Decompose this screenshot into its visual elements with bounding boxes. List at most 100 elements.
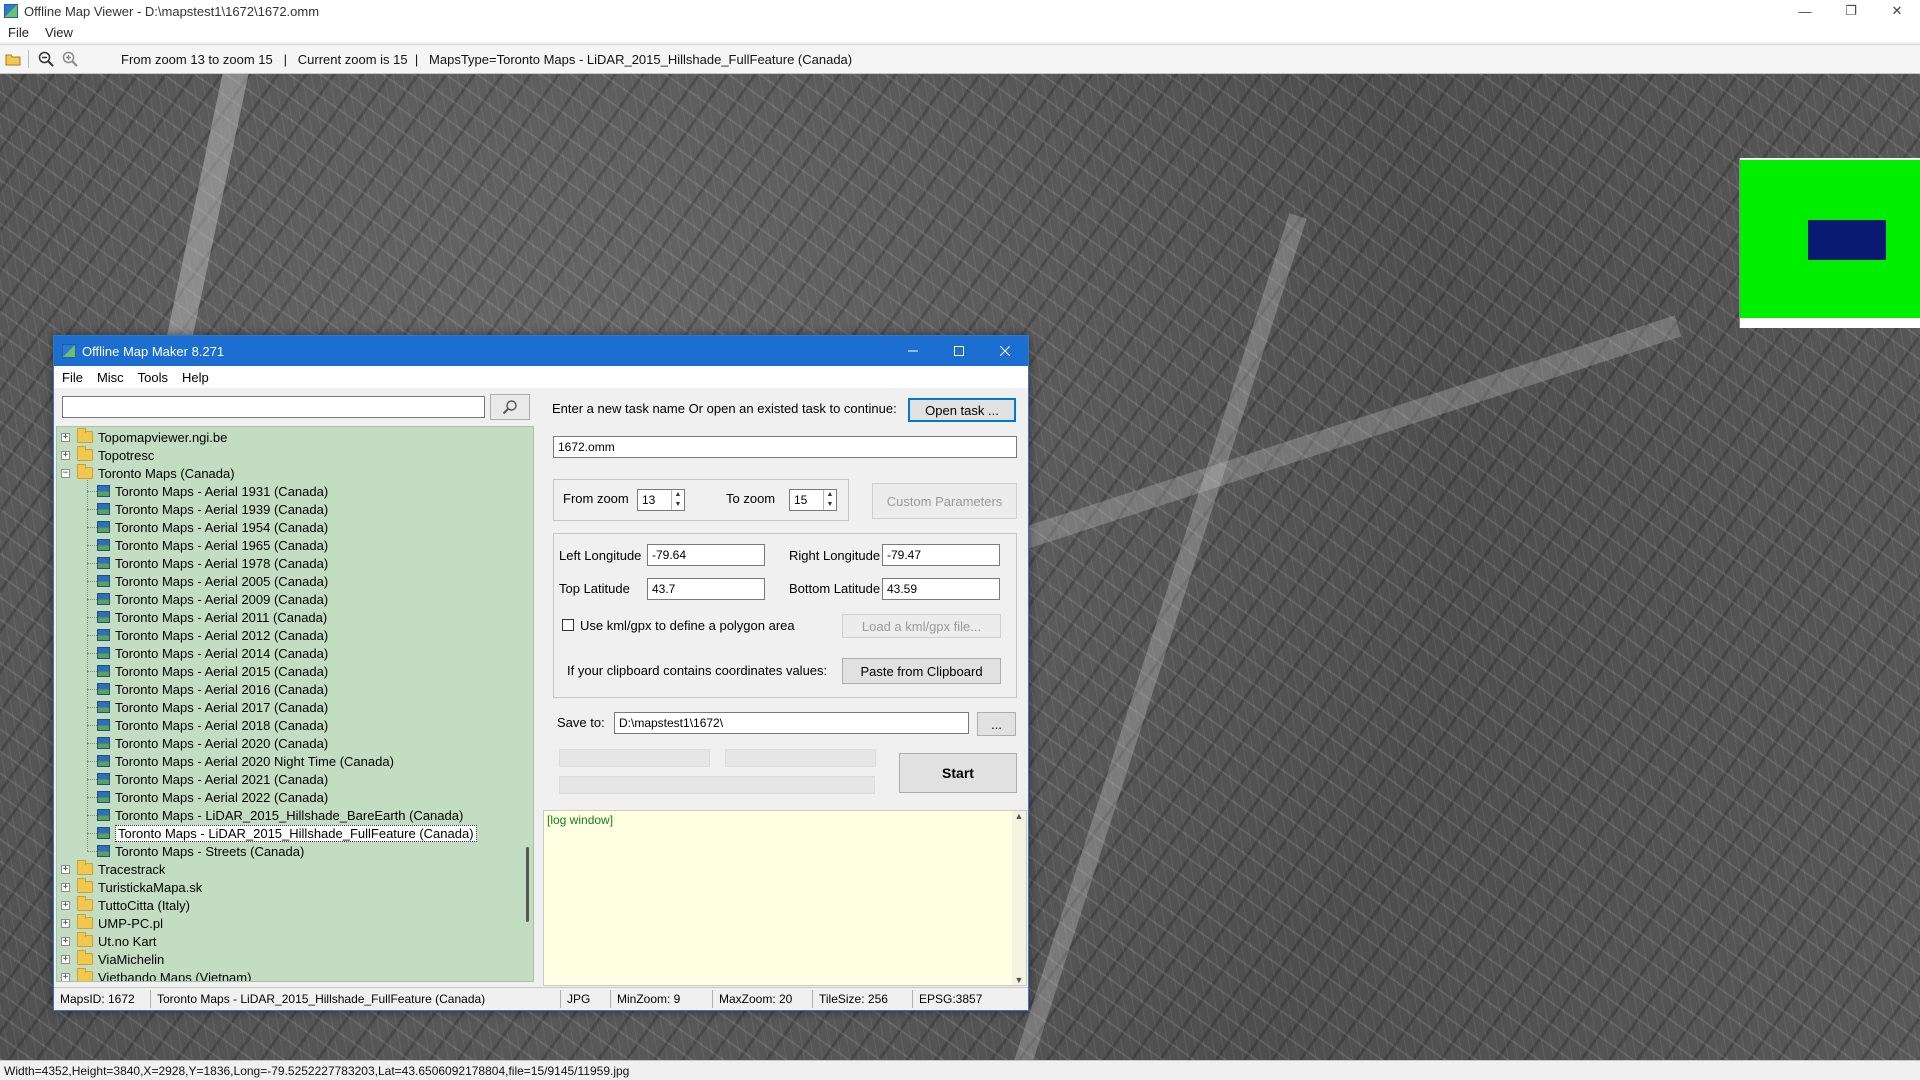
tree-scroll-thumb[interactable] <box>526 847 529 922</box>
tree-map-item[interactable]: Toronto Maps - Aerial 2022 (Canada) <box>57 788 328 806</box>
tree-map-item[interactable]: Toronto Maps - LiDAR_2015_Hillshade_Bare… <box>57 806 463 824</box>
tree-item-label: Tracestrack <box>98 861 166 877</box>
tree-folder-item[interactable]: + UMP-PC.pl <box>57 914 163 932</box>
browse-button[interactable]: ... <box>977 712 1016 736</box>
tree-map-item[interactable]: Toronto Maps - Aerial 2014 (Canada) <box>57 644 328 662</box>
expand-icon[interactable]: + <box>61 936 70 946</box>
tree-map-item[interactable]: Toronto Maps - Aerial 1931 (Canada) <box>57 482 328 500</box>
open-task-button[interactable]: Open task ... <box>908 398 1016 422</box>
status-map-name: Toronto Maps - LiDAR_2015_Hillshade_Full… <box>151 989 561 1008</box>
map-texture <box>1011 213 1307 1075</box>
spin-up-icon[interactable]: ▲ <box>672 490 684 500</box>
dialog-menu-help[interactable]: Help <box>176 370 215 385</box>
tree-map-item[interactable]: Toronto Maps - Aerial 2020 (Canada) <box>57 734 328 752</box>
spin-down-icon[interactable]: ▼ <box>824 500 836 510</box>
tree-map-item[interactable]: Toronto Maps - Aerial 2011 (Canada) <box>57 608 327 626</box>
tree-map-item[interactable]: Toronto Maps - Streets (Canada) <box>57 842 304 860</box>
search-button[interactable] <box>490 394 530 420</box>
tree-map-item[interactable]: Toronto Maps - Aerial 2017 (Canada) <box>57 698 328 716</box>
tree-item-label: Toronto Maps - Aerial 2022 (Canada) <box>115 789 329 805</box>
expand-icon[interactable]: + <box>61 900 70 910</box>
expand-icon[interactable]: + <box>61 882 70 892</box>
overview-minimap[interactable] <box>1739 158 1920 328</box>
zoom-info-text: From zoom 13 to zoom 15 | Current zoom i… <box>121 51 853 67</box>
dialog-menu-file[interactable]: File <box>56 370 89 385</box>
from-zoom-stepper[interactable]: 13 ▲ ▼ <box>637 489 685 511</box>
tree-map-item[interactable]: Toronto Maps - Aerial 1978 (Canada) <box>57 554 328 572</box>
tree-map-item[interactable]: Toronto Maps - LiDAR_2015_Hillshade_Full… <box>57 824 477 842</box>
tree-map-item[interactable]: Toronto Maps - Aerial 2020 Night Time (C… <box>57 752 394 770</box>
tree-folder-item[interactable]: + Topotresc <box>57 446 154 464</box>
expand-icon[interactable]: + <box>61 450 70 460</box>
zoom-in-button[interactable] <box>59 48 81 70</box>
to-zoom-arrows[interactable]: ▲ ▼ <box>823 490 836 510</box>
task-name-input[interactable]: 1672.omm <box>553 436 1017 458</box>
map-source-tree[interactable]: + Topomapviewer.ngi.be + Topotresc − Toronto … <box>56 426 534 982</box>
tree-folder-item[interactable]: + Vietbando Maps (Vietnam) <box>57 968 251 981</box>
tree-map-item[interactable]: Toronto Maps - Aerial 2015 (Canada) <box>57 662 328 680</box>
log-window[interactable]: [log window] ▲ ▼ <box>543 810 1027 986</box>
dialog-menu-misc[interactable]: Misc <box>91 370 130 385</box>
spin-up-icon[interactable]: ▲ <box>824 490 836 500</box>
tree-map-item[interactable]: Toronto Maps - Aerial 1954 (Canada) <box>57 518 328 536</box>
scroll-up-icon[interactable]: ▲ <box>1012 811 1026 821</box>
custom-parameters-button[interactable]: Custom Parameters <box>872 483 1017 519</box>
left-longitude-input[interactable]: -79.64 <box>647 544 765 566</box>
save-path-input[interactable]: D:\mapstest1\1672\ <box>614 712 969 734</box>
spin-down-icon[interactable]: ▼ <box>672 500 684 510</box>
start-button[interactable]: Start <box>899 753 1017 793</box>
load-kml-button[interactable]: Load a kml/gpx file... <box>842 614 1001 638</box>
tree-folder-item[interactable]: + TuristickaMapa.sk <box>57 878 202 896</box>
bottom-latitude-input[interactable]: 43.59 <box>882 578 1000 600</box>
right-longitude-input[interactable]: -79.47 <box>882 544 1000 566</box>
map-search-input[interactable] <box>62 396 485 418</box>
dialog-close-button[interactable] <box>982 336 1028 366</box>
dialog-maximize-button[interactable] <box>936 336 982 366</box>
menu-view[interactable]: View <box>37 25 81 40</box>
to-zoom-stepper[interactable]: 15 ▲ ▼ <box>789 489 837 511</box>
restore-button[interactable]: ❐ <box>1828 0 1874 22</box>
tree-folder-item[interactable]: + Tracestrack <box>57 860 165 878</box>
expand-icon[interactable]: + <box>61 864 70 874</box>
use-kml-checkbox[interactable] <box>562 619 574 631</box>
dialog-menu-tools[interactable]: Tools <box>132 370 174 385</box>
top-latitude-input[interactable]: 43.7 <box>647 578 765 600</box>
expand-icon[interactable]: + <box>61 432 70 442</box>
from-zoom-arrows[interactable]: ▲ ▼ <box>671 490 684 510</box>
zoom-out-button[interactable] <box>35 48 57 70</box>
task-prompt-label: Enter a new task name Or open an existed… <box>552 401 897 416</box>
menu-file[interactable]: File <box>0 25 37 40</box>
tree-scrollbar[interactable] <box>522 427 533 981</box>
tree-connector-line <box>87 707 97 708</box>
tree-map-item[interactable]: Toronto Maps - Aerial 2009 (Canada) <box>57 590 328 608</box>
close-button[interactable]: ✕ <box>1874 0 1920 22</box>
tree-folder-item[interactable]: − Toronto Maps (Canada) <box>57 464 235 482</box>
expand-icon[interactable]: + <box>61 918 70 928</box>
tree-map-item[interactable]: Toronto Maps - Aerial 2021 (Canada) <box>57 770 328 788</box>
map-layer-icon <box>97 791 110 803</box>
dialog-minimize-button[interactable] <box>890 336 936 366</box>
tree-map-item[interactable]: Toronto Maps - Aerial 1939 (Canada) <box>57 500 328 518</box>
tree-item-label: Topomapviewer.ngi.be <box>98 429 228 445</box>
tree-map-item[interactable]: Toronto Maps - Aerial 2012 (Canada) <box>57 626 328 644</box>
tree-map-item[interactable]: Toronto Maps - Aerial 2016 (Canada) <box>57 680 328 698</box>
expand-icon[interactable]: + <box>61 954 70 964</box>
minimap-viewport[interactable] <box>1808 220 1886 260</box>
tree-folder-item[interactable]: + TuttoCitta (Italy) <box>57 896 190 914</box>
tree-map-item[interactable]: Toronto Maps - Aerial 2005 (Canada) <box>57 572 328 590</box>
collapse-icon[interactable]: − <box>61 468 70 478</box>
paste-clipboard-button[interactable]: Paste from Clipboard <box>842 658 1001 684</box>
tree-folder-item[interactable]: + Ut.no Kart <box>57 932 157 950</box>
minimize-button[interactable]: — <box>1782 0 1828 22</box>
log-scrollbar[interactable]: ▲ ▼ <box>1012 811 1026 985</box>
tree-map-item[interactable]: Toronto Maps - Aerial 1965 (Canada) <box>57 536 328 554</box>
open-folder-button[interactable] <box>2 48 24 70</box>
expand-icon[interactable]: + <box>61 972 70 981</box>
tree-item-label: Toronto Maps - LiDAR_2015_Hillshade_Bare… <box>115 807 464 823</box>
tree-folder-item[interactable]: + ViaMichelin <box>57 950 164 968</box>
scroll-down-icon[interactable]: ▼ <box>1012 975 1026 985</box>
map-layer-icon <box>97 503 110 515</box>
tree-map-item[interactable]: Toronto Maps - Aerial 2018 (Canada) <box>57 716 328 734</box>
tree-folder-item[interactable]: + Topomapviewer.ngi.be <box>57 428 227 446</box>
tree-item-label: UMP-PC.pl <box>98 915 164 931</box>
